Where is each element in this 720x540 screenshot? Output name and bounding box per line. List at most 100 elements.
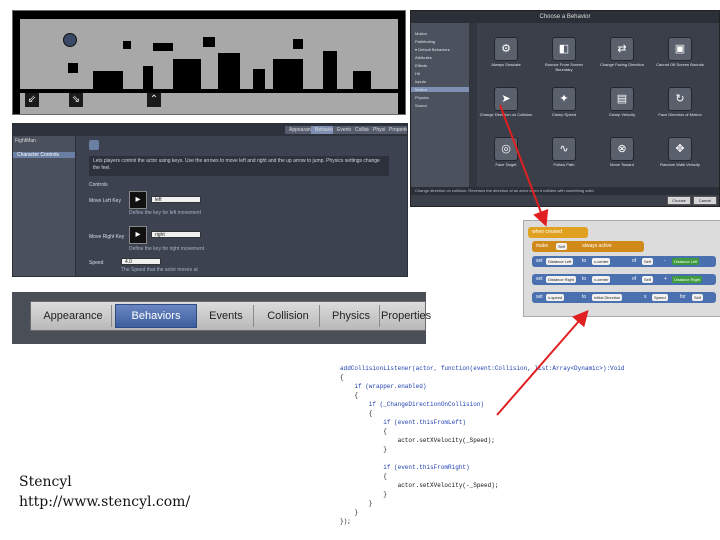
game-platform bbox=[93, 71, 123, 89]
editor-topbar: Appearance Behaviors Events Collision Ph… bbox=[13, 124, 407, 136]
behavior-tile[interactable]: ↻ Face Direction of Motion bbox=[653, 83, 707, 127]
code-line: if (_ChangeDirectionOnCollision) bbox=[340, 401, 485, 408]
game-platform bbox=[203, 37, 215, 47]
block-property-pill[interactable]: x-center bbox=[592, 258, 611, 265]
tab-physics[interactable]: Physics bbox=[323, 305, 380, 327]
block-operator: - bbox=[664, 258, 666, 264]
block-actor-pill[interactable]: Self bbox=[642, 258, 653, 265]
dialog-title: Choose a Behavior bbox=[411, 11, 719, 23]
block-operator: x bbox=[644, 294, 647, 300]
slide-caption: Stencyl http://www.stencyl.com/ bbox=[19, 472, 190, 512]
behavior-tile-icon: ⇄ bbox=[610, 37, 634, 61]
tree-item[interactable]: Motion bbox=[415, 31, 427, 36]
move-left-control[interactable]: ⇙ bbox=[25, 93, 39, 107]
tab-behaviors[interactable]: Behaviors bbox=[115, 304, 197, 328]
behavior-tile[interactable]: ◧ Bounce From Screen Boundary bbox=[537, 33, 591, 77]
choose-button[interactable]: Choose bbox=[667, 196, 691, 205]
block-actor-pill[interactable]: Self bbox=[556, 243, 567, 250]
tree-item[interactable]: Attributes bbox=[415, 55, 432, 60]
game-wall-left bbox=[13, 11, 20, 114]
block-attribute-pill[interactable]: Distance Right bbox=[546, 276, 577, 283]
code-line: } bbox=[340, 446, 387, 453]
when-created-block[interactable]: when created bbox=[528, 227, 588, 238]
mini-tab-properties[interactable]: Properties bbox=[385, 126, 407, 134]
move-left-key-field[interactable]: left bbox=[151, 196, 201, 203]
tree-item[interactable]: Hit bbox=[415, 71, 420, 76]
behavior-tile[interactable]: ⊗ Move Toward bbox=[595, 133, 649, 177]
block-keyword: set bbox=[536, 276, 543, 282]
behavior-tile[interactable]: ▤ Clamp Velocity bbox=[595, 83, 649, 127]
actor-behavior-editor: Appearance Behaviors Events Collision Ph… bbox=[12, 123, 408, 277]
block-actor-pill[interactable]: Self bbox=[692, 294, 703, 301]
tree-item[interactable]: Effects bbox=[415, 63, 427, 68]
block-attribute-pill[interactable]: Distance Left bbox=[672, 258, 700, 265]
move-right-key-hint: Define the key for right movement bbox=[129, 246, 205, 252]
move-right-key-field[interactable]: right bbox=[151, 231, 201, 238]
behavior-grid: ⚙ Always Simulate ◧ Bounce From Screen Boun… bbox=[479, 33, 719, 183]
game-platform bbox=[153, 43, 173, 51]
block-property-pill[interactable]: x-speed bbox=[546, 294, 565, 301]
code-line: { bbox=[340, 410, 373, 417]
game-platform bbox=[253, 69, 265, 89]
block-keyword: always active bbox=[582, 243, 612, 249]
block-attribute-pill[interactable]: Distance Right bbox=[672, 276, 703, 283]
tab-appearance[interactable]: Appearance bbox=[35, 305, 112, 327]
tab-events[interactable]: Events bbox=[199, 305, 254, 327]
tab-properties[interactable]: Properties bbox=[381, 305, 431, 327]
behavior-tile[interactable]: ⚙ Always Simulate bbox=[479, 33, 533, 77]
code-line: actor.setXVelocity(_Speed); bbox=[340, 437, 495, 444]
tree-scroll-gutter[interactable] bbox=[469, 23, 477, 187]
behavior-tile-label: Face Direction of Motion bbox=[658, 112, 702, 117]
tree-item[interactable]: ▾ Default Behaviors bbox=[415, 47, 450, 52]
behavior-tile-icon: ⚙ bbox=[494, 37, 518, 61]
set-distance-right-block[interactable]: set Distance Right to x-center of Self +… bbox=[532, 274, 716, 285]
behavior-tile[interactable]: ✦ Clamp Speed bbox=[537, 83, 591, 127]
caption-url[interactable]: http://www.stencyl.com/ bbox=[19, 492, 190, 512]
behavior-tile-label: Always Simulate bbox=[491, 62, 521, 67]
behavior-list-item-selected[interactable]: Character Controls bbox=[13, 152, 75, 158]
move-right-control[interactable]: ⇘ bbox=[69, 93, 83, 107]
game-platform bbox=[68, 63, 78, 73]
behavior-tile-icon: ⊗ bbox=[610, 137, 634, 161]
behavior-tile[interactable]: ◎ Face Target bbox=[479, 133, 533, 177]
block-attribute-pill[interactable]: Speed bbox=[652, 294, 668, 301]
behavior-tile[interactable]: ∿ Follow Path bbox=[537, 133, 591, 177]
jump-control[interactable]: ⌃ bbox=[147, 93, 161, 107]
tree-item[interactable]: Physics bbox=[415, 95, 429, 100]
behavior-tile-label: Random Walk Velocity bbox=[660, 162, 700, 167]
code-line: } bbox=[340, 500, 373, 507]
tree-item[interactable]: Pathfinding bbox=[415, 39, 435, 44]
behavior-tile[interactable]: ⇄ Change Facing Direction bbox=[595, 33, 649, 77]
tree-item[interactable]: Sound bbox=[415, 103, 427, 108]
block-attribute-pill[interactable]: Distance Left bbox=[546, 258, 574, 265]
block-actor-pill[interactable]: Self bbox=[642, 276, 653, 283]
code-line: { bbox=[340, 392, 359, 399]
player-character bbox=[63, 33, 77, 47]
game-platform bbox=[353, 71, 371, 89]
make-always-active-block[interactable]: make Self always active bbox=[532, 241, 644, 252]
block-attribute-pill[interactable]: Initial Direction bbox=[592, 294, 623, 301]
actor-tab-bar: Appearance Behaviors Events Collision Ph… bbox=[12, 292, 431, 344]
block-property-pill[interactable]: x-center bbox=[592, 276, 611, 283]
tree-item[interactable]: Inputs bbox=[415, 79, 426, 84]
set-distance-left-block[interactable]: set Distance Left to x-center of Self - … bbox=[532, 256, 716, 267]
tree-item[interactable]: Motion bbox=[411, 87, 469, 92]
game-platform bbox=[143, 66, 153, 89]
behavior-tile-label: Face Target bbox=[495, 162, 517, 167]
tab-collision[interactable]: Collision bbox=[257, 305, 320, 327]
speed-hint: The Speed that the actor moves at bbox=[121, 267, 198, 273]
game-platform bbox=[123, 41, 131, 49]
behavior-tile[interactable]: ▣ Cannot Off Screen Bounds bbox=[653, 33, 707, 77]
behavior-tile[interactable]: ➤ Change Direction on Collision bbox=[479, 83, 533, 127]
block-keyword: make bbox=[536, 243, 549, 249]
generated-code-listing: addCollisionListener(actor, function(eve… bbox=[340, 365, 710, 537]
block-keyword: to bbox=[582, 294, 587, 300]
behavior-tile-label: Clamp Velocity bbox=[608, 112, 636, 117]
game-platform bbox=[273, 59, 303, 89]
behavior-tile[interactable]: ✥ Random Walk Velocity bbox=[653, 133, 707, 177]
cancel-button[interactable]: Cancel bbox=[693, 196, 717, 205]
set-x-speed-block[interactable]: set x-speed to Initial Direction x Speed… bbox=[532, 292, 716, 303]
game-wall-right bbox=[398, 11, 405, 114]
section-label: Controls bbox=[89, 182, 108, 188]
speed-field[interactable]: 4.0 bbox=[121, 258, 161, 265]
